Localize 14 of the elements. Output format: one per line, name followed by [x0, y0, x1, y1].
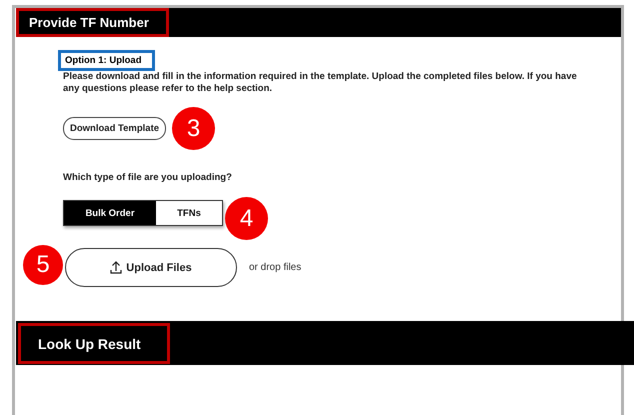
instructions-text: Please download and fill in the information required in the template. Upload the completed files below. If you have any questions please refer to the help section. [63, 71, 578, 95]
callout-badge: 3 [172, 107, 216, 150]
file-type-question: Which type of file are you uploading? [63, 172, 232, 183]
callout-badge: 4 [225, 197, 268, 240]
upload-icon [110, 261, 122, 274]
file-type-option[interactable]: Bulk Order [64, 201, 156, 225]
drop-files-hint: or drop files [249, 262, 302, 273]
section-title: Provide TF Number [16, 8, 169, 37]
section-title: Look Up Result [18, 323, 170, 364]
upload-files-button[interactable]: Upload Files [65, 248, 237, 287]
option-label: Option 1: Upload [58, 50, 155, 71]
file-type-option[interactable]: TFNs [156, 201, 222, 225]
download-template-button[interactable]: Download Template [63, 117, 166, 140]
callout-badge: 5 [23, 244, 63, 284]
